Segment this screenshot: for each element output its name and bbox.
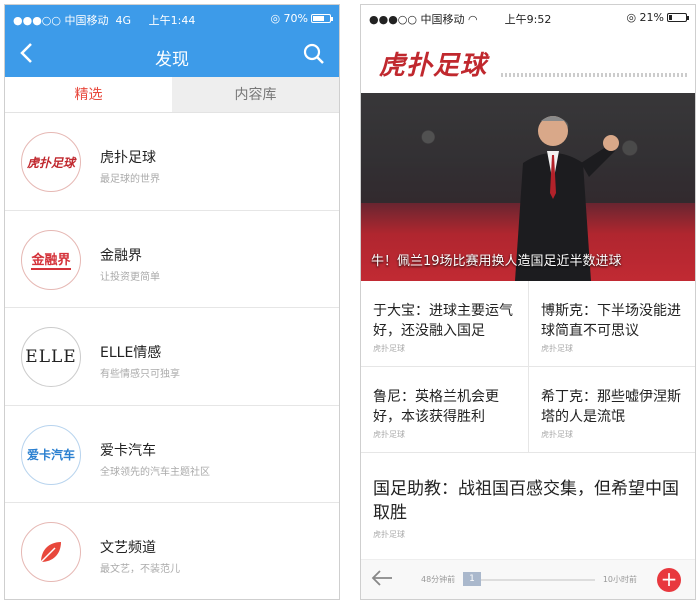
channel-description: 让投资更简单 xyxy=(100,271,160,283)
news-source: 虎扑足球 xyxy=(373,430,405,439)
list-item[interactable]: ELLE ELLE情感 有些情感只可独享 xyxy=(5,308,339,406)
news-source: 虎扑足球 xyxy=(541,344,573,353)
xcar-logo: 爱卡汽车 xyxy=(21,424,81,485)
hupu-logo: 虎扑足球 xyxy=(21,132,81,192)
segmented-tabs: 精选 内容库 xyxy=(5,77,339,113)
channel-description: 最足球的世界 xyxy=(100,174,160,185)
channel-name: 文艺频道 xyxy=(100,540,156,556)
news-headline: 希丁克：那些嘘伊涅斯塔的人是流氓 xyxy=(541,389,681,425)
news-headline: 于大宝：进球主要运气好，还没融入国足 xyxy=(373,303,513,339)
hupu-football-logo: 虎扑足球 xyxy=(379,51,488,81)
plus-icon[interactable]: + xyxy=(657,568,681,592)
divider xyxy=(501,73,687,77)
battery-status: ◎ 21% xyxy=(626,11,689,24)
hero-caption: 牛！佩兰19场比赛用换人造国足近半数进球 xyxy=(371,254,622,269)
featured-news[interactable]: 国足助教：战祖国百感交集，但希望中国取胜 虎扑足球 xyxy=(361,453,695,553)
timeline-start: 48分钟前 xyxy=(421,575,456,584)
channel-description: 最文艺，不装范儿 xyxy=(100,564,180,575)
news-headline: 博斯克：下半场没能进球简直不可思议 xyxy=(541,303,681,339)
news-item[interactable]: 希丁克：那些嘘伊涅斯塔的人是流氓 虎扑足球 xyxy=(529,367,695,453)
news-headline: 国足助教：战祖国百感交集，但希望中国取胜 xyxy=(373,479,679,523)
tab-featured[interactable]: 精选 xyxy=(5,77,172,112)
channel-name: 虎扑足球 xyxy=(100,150,156,166)
list-item[interactable]: 爱卡汽车 爱卡汽车 全球领先的汽车主题社区 xyxy=(5,406,339,503)
channel-description: 有些情感只可独享 xyxy=(100,369,180,380)
jrj-logo: 金融界 xyxy=(21,229,81,290)
list-item[interactable]: 文艺频道 最文艺，不装范儿 xyxy=(5,503,339,599)
channel-list: 虎扑足球 虎扑足球 最足球的世界 金融界 金融界 让投资更简单 ELLE ELL… xyxy=(5,113,339,599)
news-headline: 鲁尼：英格兰机会更好，本该获得胜利 xyxy=(373,389,499,425)
hupu-football-screen: ●●●○○ 中国移动 ◠ 上午9:52 ◎ 21% 虎扑足球 牛！佩兰19场比赛… xyxy=(360,4,696,600)
battery-status: ◎ 70% xyxy=(270,12,333,25)
arrow-left-icon[interactable] xyxy=(371,568,393,592)
search-icon[interactable] xyxy=(303,43,327,67)
bottom-toolbar: 48分钟前 1 10小时前 + xyxy=(361,559,695,599)
news-item[interactable]: 鲁尼：英格兰机会更好，本该获得胜利 虎扑足球 xyxy=(361,367,529,453)
nav-bar: 发现 xyxy=(5,33,339,77)
news-item[interactable]: 博斯克：下半场没能进球简直不可思议 虎扑足球 xyxy=(529,281,695,367)
news-item[interactable]: 于大宝：进球主要运气好，还没融入国足 虎扑足球 xyxy=(361,281,529,367)
discover-screen: ●●●○○ 中国移动 4G 上午1:44 ◎ 70% 发现 精选 内容库 虎扑足… xyxy=(4,4,340,600)
battery-icon xyxy=(667,13,689,22)
elle-logo: ELLE xyxy=(21,327,81,387)
status-bar: ●●●○○ 中国移动 ◠ 上午9:52 ◎ 21% xyxy=(361,5,695,29)
news-source: 虎扑足球 xyxy=(373,530,405,539)
news-source: 虎扑足球 xyxy=(373,344,405,353)
channel-name: 金融界 xyxy=(100,247,142,264)
channel-name: 爱卡汽车 xyxy=(100,442,156,459)
leaf-icon xyxy=(21,522,81,582)
list-item[interactable]: 金融界 金融界 让投资更简单 xyxy=(5,211,339,308)
news-source: 虎扑足球 xyxy=(541,430,573,439)
timeline-thumb[interactable]: 1 xyxy=(463,572,481,586)
timeline-end: 10小时前 xyxy=(602,575,637,584)
brand-header: 虎扑足球 xyxy=(361,29,695,91)
tab-content-library[interactable]: 内容库 xyxy=(172,77,339,112)
page-title: 发现 xyxy=(155,50,189,70)
timeline-slider[interactable] xyxy=(463,579,595,581)
battery-icon xyxy=(311,14,333,23)
channel-description: 全球领先的汽车主题社区 xyxy=(100,466,210,478)
status-bar: ●●●○○ 中国移动 4G 上午1:44 ◎ 70% xyxy=(5,5,339,33)
list-item[interactable]: 虎扑足球 虎扑足球 最足球的世界 xyxy=(5,113,339,211)
hero-banner[interactable]: 牛！佩兰19场比赛用换人造国足近半数进球 xyxy=(361,93,695,281)
channel-name: ELLE情感 xyxy=(100,345,162,361)
